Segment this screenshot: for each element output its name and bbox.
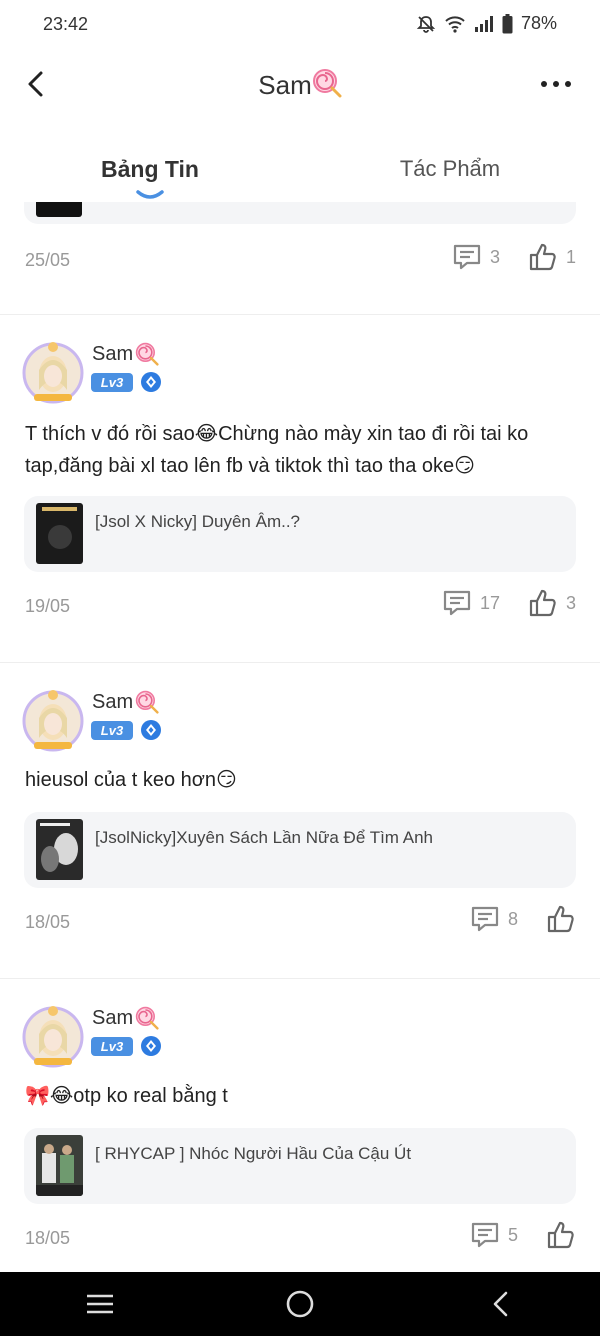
avatar[interactable]: [20, 688, 86, 754]
author-name-text: Sam: [92, 1006, 134, 1029]
post-meta-row: 25/05 3 1: [0, 242, 600, 282]
post-date: 19/05: [25, 596, 71, 616]
battery-icon: [502, 13, 513, 33]
level-badge: Lv3: [91, 372, 133, 392]
header: Sam: [0, 56, 600, 112]
author-name[interactable]: Sam: [92, 342, 159, 366]
gem-icon: [141, 372, 161, 392]
mute-icon: [416, 15, 436, 33]
book-card[interactable]: [ RHYCAP ] Nhóc Người Hầu Của Cậu Út: [24, 1128, 576, 1204]
comment-button[interactable]: 3: [452, 242, 500, 272]
more-options-button[interactable]: [536, 70, 576, 98]
system-back-button[interactable]: [470, 1274, 530, 1334]
book-cover: [36, 202, 82, 217]
level-badge: Lv3: [91, 720, 133, 740]
book-card[interactable]: [JsolNicky]Xuyên Sách Lần Nữa Để Tìm Anh: [24, 812, 576, 888]
post-date: 18/05: [25, 912, 71, 932]
like-count: 1: [565, 246, 576, 267]
recent-apps-button[interactable]: [70, 1274, 130, 1334]
book-title: [ RHYCAP ] Nhóc Người Hầu Của Cậu Út: [95, 1144, 412, 1163]
home-icon: [286, 1290, 314, 1318]
book-title: [Jsol X Nicky] Duyên Âm..?: [95, 512, 301, 531]
user-badges: Lv3: [91, 1036, 161, 1056]
post-meta-row: 19/05 17 3: [0, 588, 600, 628]
avatar-image: [22, 342, 84, 404]
more-icon: [541, 81, 571, 87]
comment-icon: [471, 906, 499, 932]
tab-bar: Bảng Tin Tác Phẩm: [0, 140, 600, 202]
lollipop-icon: [135, 690, 159, 714]
book-title: [JsolNicky]Xuyên Sách Lần Nữa Để Tìm Anh: [95, 828, 433, 847]
book-cover: [36, 503, 83, 564]
post-meta-row: 18/05 5: [0, 1220, 600, 1260]
like-icon: [547, 905, 574, 933]
status-icons: 78%: [416, 13, 557, 34]
like-button[interactable]: [546, 904, 576, 934]
comment-count: 8: [507, 908, 518, 929]
nav-back-icon: [493, 1291, 508, 1317]
post-meta-row: 18/05 8: [0, 904, 600, 944]
post-divider: [0, 662, 600, 663]
like-button[interactable]: 3: [528, 588, 576, 618]
user-badges: Lv3: [91, 372, 161, 392]
home-button[interactable]: [270, 1274, 330, 1334]
post-divider: [0, 978, 600, 979]
avatar-image: [22, 1006, 84, 1068]
comment-button[interactable]: 5: [470, 1220, 518, 1250]
gem-icon: [141, 720, 161, 740]
comment-button[interactable]: 17: [442, 588, 500, 618]
lollipop-icon: [312, 69, 342, 98]
comment-icon: [453, 244, 481, 270]
book-card[interactable]: [Jsol X Nicky] Duyên Âm..?: [24, 496, 576, 572]
post-text: 🎀😂otp ko real bằng t: [25, 1085, 228, 1107]
like-icon: [547, 1221, 574, 1249]
author-name[interactable]: Sam: [92, 690, 159, 714]
lollipop-icon: [135, 1006, 159, 1030]
page-title-text: Sam: [258, 70, 312, 100]
post-actions: 8: [470, 904, 576, 934]
book-cover: [36, 1135, 83, 1196]
comment-count: 3: [489, 246, 500, 267]
book-cover: [36, 819, 83, 880]
status-time: 23:42: [43, 14, 89, 34]
post-divider: [0, 314, 600, 315]
comment-icon: [471, 1222, 499, 1248]
author-name[interactable]: Sam: [92, 1006, 159, 1030]
avatar-image: [22, 690, 84, 752]
previous-book-card[interactable]: [24, 202, 576, 224]
post-date: 18/05: [25, 1228, 71, 1248]
lollipop-icon: [135, 342, 159, 366]
signal-icon: [474, 15, 493, 32]
comment-count: 5: [507, 1224, 518, 1245]
tab-works[interactable]: Tác Phẩm: [300, 140, 600, 202]
wifi-icon: [445, 15, 465, 33]
comment-count: 17: [479, 592, 500, 613]
page-title: Sam: [0, 68, 600, 101]
like-icon: [529, 589, 556, 617]
active-tab-indicator: [136, 190, 164, 199]
comment-button[interactable]: 8: [470, 904, 518, 934]
menu-icon: [87, 1294, 113, 1314]
post-text: hieusol của t keo hơn😏: [25, 769, 237, 791]
post-actions: 5: [470, 1220, 576, 1250]
author-name-text: Sam: [92, 690, 134, 713]
user-badges: Lv3: [91, 720, 161, 740]
author-name-text: Sam: [92, 342, 134, 365]
post-actions: 17 3: [442, 588, 576, 618]
comment-icon: [443, 590, 471, 616]
post-date: 25/05: [25, 250, 71, 270]
avatar[interactable]: [20, 1004, 86, 1070]
post-actions: 3 1: [452, 242, 576, 272]
system-nav-bar: [0, 1272, 600, 1336]
status-bar: 23:42 78%: [0, 0, 600, 50]
like-button[interactable]: 1: [528, 242, 576, 272]
gem-icon: [141, 1036, 161, 1056]
like-icon: [529, 243, 556, 271]
like-count: 3: [565, 592, 576, 613]
like-button[interactable]: [546, 1220, 576, 1250]
avatar[interactable]: [20, 340, 86, 406]
battery-percent: 78%: [520, 13, 557, 33]
level-badge: Lv3: [91, 1036, 133, 1056]
post-text: T thích v đó rồi sao😂Chừng nào mày xin t…: [25, 423, 529, 477]
